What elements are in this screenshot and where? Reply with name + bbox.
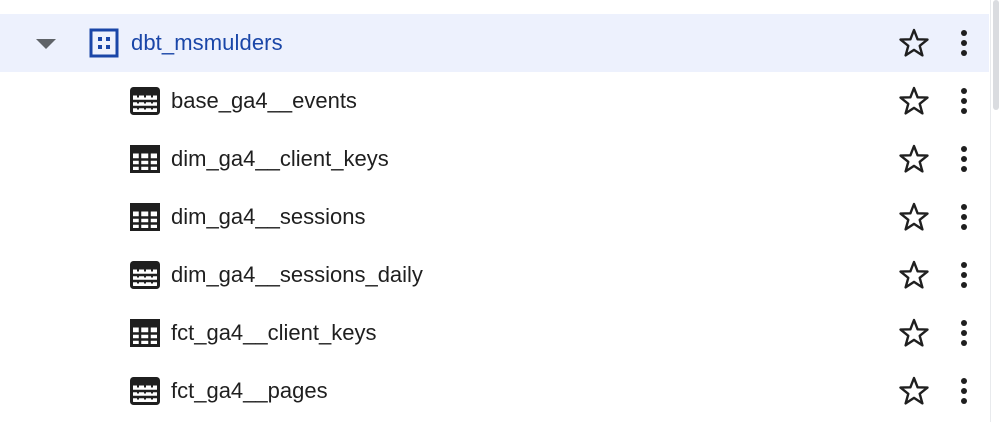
dataset-icon: [89, 28, 119, 58]
more-options-icon[interactable]: [950, 26, 978, 60]
scrollbar[interactable]: [990, 0, 1002, 422]
star-icon[interactable]: [898, 376, 930, 406]
table-row[interactable]: dim_ga4__sessions: [0, 188, 989, 246]
table-row[interactable]: fct_ga4__pages: [0, 362, 989, 420]
view-icon: [130, 377, 160, 405]
dataset-row[interactable]: dbt_msmulders: [0, 14, 989, 72]
table-name[interactable]: base_ga4__events: [171, 86, 357, 116]
collapse-caret-icon[interactable]: [32, 37, 60, 51]
star-icon[interactable]: [898, 202, 930, 232]
star-icon[interactable]: [898, 318, 930, 348]
table-row[interactable]: base_ga4__events: [0, 72, 989, 130]
view-icon: [130, 87, 160, 115]
more-options-icon[interactable]: [950, 200, 978, 234]
more-options-icon[interactable]: [950, 316, 978, 350]
table-name[interactable]: fct_ga4__pages: [171, 376, 328, 406]
star-icon[interactable]: [898, 260, 930, 290]
more-options-icon[interactable]: [950, 374, 978, 408]
table-row[interactable]: dim_ga4__sessions_daily: [0, 246, 989, 304]
table-icon: [130, 203, 160, 231]
table-name[interactable]: fct_ga4__client_keys: [171, 318, 376, 348]
table-name[interactable]: dim_ga4__sessions_daily: [171, 260, 423, 290]
scrollbar-thumb[interactable]: [993, 0, 999, 110]
table-row[interactable]: dim_ga4__client_keys: [0, 130, 989, 188]
more-options-icon[interactable]: [950, 84, 978, 118]
table-name[interactable]: dim_ga4__client_keys: [171, 144, 389, 174]
view-icon: [130, 261, 160, 289]
star-icon[interactable]: [898, 144, 930, 174]
table-icon: [130, 145, 160, 173]
star-icon[interactable]: [898, 86, 930, 116]
table-name[interactable]: dim_ga4__sessions: [171, 202, 365, 232]
dataset-name[interactable]: dbt_msmulders: [131, 28, 283, 58]
table-row[interactable]: fct_ga4__client_keys: [0, 304, 989, 362]
star-icon[interactable]: [898, 28, 930, 58]
table-icon: [130, 319, 160, 347]
explorer-tree: dbt_msmulders base_ga4__events dim_ga4__c…: [0, 14, 989, 420]
more-options-icon[interactable]: [950, 258, 978, 292]
more-options-icon[interactable]: [950, 142, 978, 176]
